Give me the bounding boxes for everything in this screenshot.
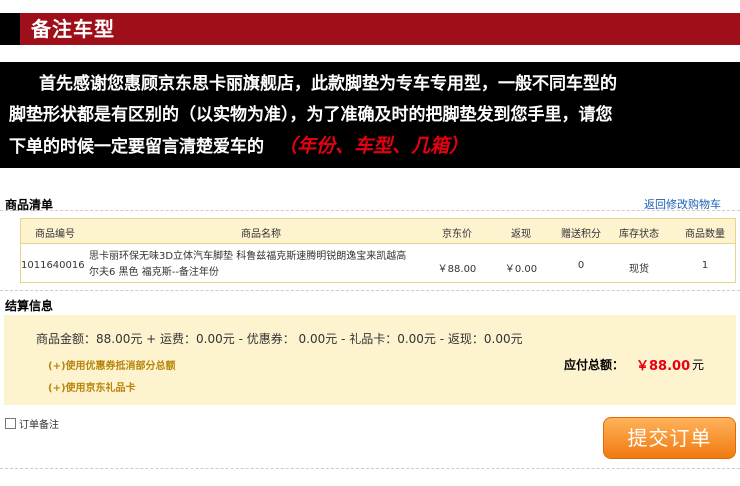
notice-line-3: 下单的时候一定要留言清楚爱车的 （年份、车型、几箱）	[9, 131, 730, 163]
notice-line-1: 首先感谢您惠顾京东思卡丽旗舰店，此款脚垫为专车专用型，一般不同车型的	[39, 74, 617, 94]
row-id: 1011640016	[21, 260, 85, 271]
row-name-line-2: 尔夫6 黑色 福克斯--备注年份	[89, 267, 219, 278]
row-name-line-1: 思卡丽环保无味3D立体汽车脚垫 科鲁兹福克斯速腾明锐朗逸宝来凯越高	[89, 251, 407, 262]
pay-total-amount: ￥88.00	[636, 359, 691, 374]
pay-total-label: 应付总额：	[564, 358, 625, 372]
notice-line-2: 脚垫形状都是有区别的（以实物为准），为了准确及时的把脚垫发到您手里，请您	[9, 105, 613, 125]
col-price: 京东价	[442, 229, 472, 240]
divider	[0, 210, 740, 211]
submit-order-button[interactable]: 提交订单	[603, 417, 736, 459]
totals-line: 商品金额：88.00元 + 运费：0.00元 - 优惠券： 0.00元 - 礼品…	[36, 332, 523, 346]
order-remark-toggle[interactable]: 订单备注	[5, 416, 59, 431]
row-qty: 1	[701, 260, 709, 271]
pay-total-unit: 元	[692, 358, 705, 372]
col-id: 商品编号	[35, 229, 75, 240]
use-coupon-link[interactable]: (+)使用优惠券抵消部分总额	[48, 357, 176, 372]
row-name[interactable]: 思卡丽环保无味3D立体汽车脚垫 科鲁兹福克斯速腾明锐朗逸宝来凯越高 尔夫6 黑色…	[89, 249, 419, 281]
row-points: 0	[577, 260, 585, 271]
section-title: 备注车型	[31, 17, 115, 41]
goods-table: 商品编号 商品名称 京东价 返现 赠送积分 库存状态 商品数量 10116400…	[20, 218, 736, 283]
notice-banner: 首先感谢您惠顾京东思卡丽旗舰店，此款脚垫为专车专用型，一般不同车型的 脚垫形状都…	[0, 62, 740, 168]
remark-label: 订单备注	[19, 420, 59, 431]
notice-highlight: （年份、车型、几箱）	[278, 135, 469, 157]
divider	[0, 290, 740, 291]
row-price: ￥88.00	[437, 264, 477, 275]
col-points: 赠送积分	[561, 229, 601, 240]
table-header: 商品编号 商品名称 京东价 返现 赠送积分 库存状态 商品数量	[21, 219, 735, 244]
header-accent	[0, 13, 20, 45]
settlement-panel: 商品金额：88.00元 + 运费：0.00元 - 优惠券： 0.00元 - 礼品…	[4, 315, 736, 405]
divider	[0, 468, 740, 469]
use-giftcard-link[interactable]: (+)使用京东礼品卡	[48, 379, 136, 394]
remark-checkbox[interactable]	[5, 418, 16, 429]
row-cashback: ￥0.00	[504, 264, 538, 275]
col-cashback: 返现	[511, 229, 531, 240]
notice-line-3-text: 下单的时候一定要留言清楚爱车的	[9, 137, 264, 157]
col-name: 商品名称	[241, 229, 281, 240]
section-header: 备注车型	[0, 13, 740, 45]
row-stock: 现货	[629, 264, 649, 275]
settlement-section-title: 结算信息	[5, 299, 54, 313]
col-qty: 商品数量	[685, 229, 725, 240]
col-stock: 库存状态	[619, 229, 659, 240]
